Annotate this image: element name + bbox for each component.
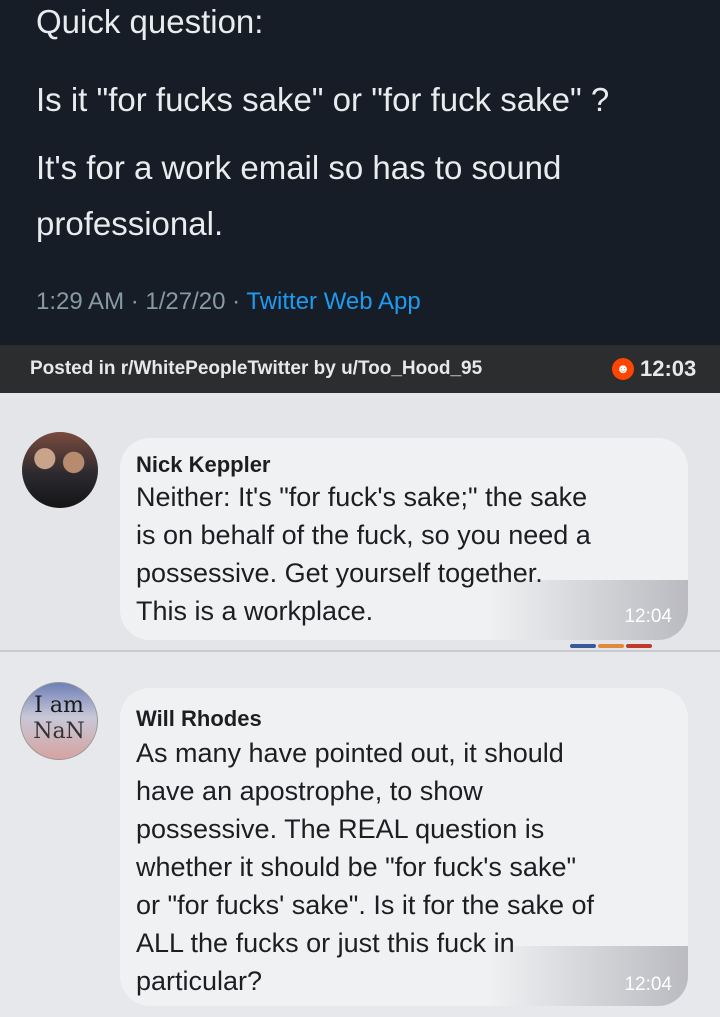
comment-text-line: This is a workplace. <box>136 596 374 626</box>
posted-in-label[interactable]: Posted in r/WhitePeopleTwitter by u/Too_… <box>30 358 482 380</box>
reaction-dot <box>598 644 624 648</box>
reaction-dots <box>570 644 652 648</box>
tweet-source-link[interactable]: Twitter Web App <box>246 288 420 315</box>
tweet-meta: 1:29 AM · 1/27/20 · Twitter Web App <box>36 288 421 316</box>
avatar-text: I am <box>34 693 84 718</box>
comment-text-line: whether it should be "for fuck's sake" <box>136 852 577 882</box>
post-time: 12:03 <box>640 356 697 381</box>
tweet-text-line: It's for a work email so has to sound <box>36 149 562 186</box>
reaction-dot <box>570 644 596 648</box>
comment-text-line: possessive. Get yourself together. <box>136 558 543 588</box>
comment-timestamp: 12:04 <box>624 606 672 627</box>
reddit-icon: ☻ <box>612 358 634 380</box>
comment-text-line: possessive. The REAL question is <box>136 814 545 844</box>
avatar[interactable] <box>22 432 98 508</box>
commenter-name[interactable]: Will Rhodes <box>136 706 262 732</box>
reaction-dot <box>626 644 652 648</box>
tweet-timestamp: 1:29 AM · 1/27/20 · <box>36 288 247 315</box>
comment: I am NaN Will Rhodes As many have pointe… <box>0 652 720 1017</box>
comment-timestamp: 12:04 <box>624 974 672 995</box>
avatar-text: NaN <box>33 719 85 744</box>
tweet-text-line: Is it "for fucks sake" or "for fuck sake… <box>36 81 610 118</box>
commenter-name[interactable]: Nick Keppler <box>136 452 271 478</box>
comment-bubble: Will Rhodes As many have pointed out, it… <box>120 688 688 1006</box>
tweet-text-line: professional. <box>36 205 224 242</box>
comment-text-line: particular? <box>136 966 263 996</box>
comment-bubble: Nick Keppler Neither: It's "for fuck's s… <box>120 438 688 640</box>
comment-text-line: or "for fucks' sake". Is it for the sake… <box>136 890 594 920</box>
tweet-card: Quick question: Is it "for fucks sake" o… <box>0 0 720 345</box>
avatar[interactable]: I am NaN <box>20 682 98 760</box>
comment-text-line: As many have pointed out, it should <box>136 738 564 768</box>
tweet-text-line: Quick question: <box>36 3 264 40</box>
comment-text-line: ALL the fucks or just this fuck in <box>136 928 515 958</box>
reddit-post-bar: Posted in r/WhitePeopleTwitter by u/Too_… <box>0 345 720 393</box>
comment-text-line: Neither: It's "for fuck's sake;" the sak… <box>136 482 588 512</box>
comment-text-line: is on behalf of the fuck, so you need a <box>136 520 591 550</box>
comment: Nick Keppler Neither: It's "for fuck's s… <box>0 398 720 650</box>
comment-text-line: have an apostrophe, to show <box>136 776 483 806</box>
